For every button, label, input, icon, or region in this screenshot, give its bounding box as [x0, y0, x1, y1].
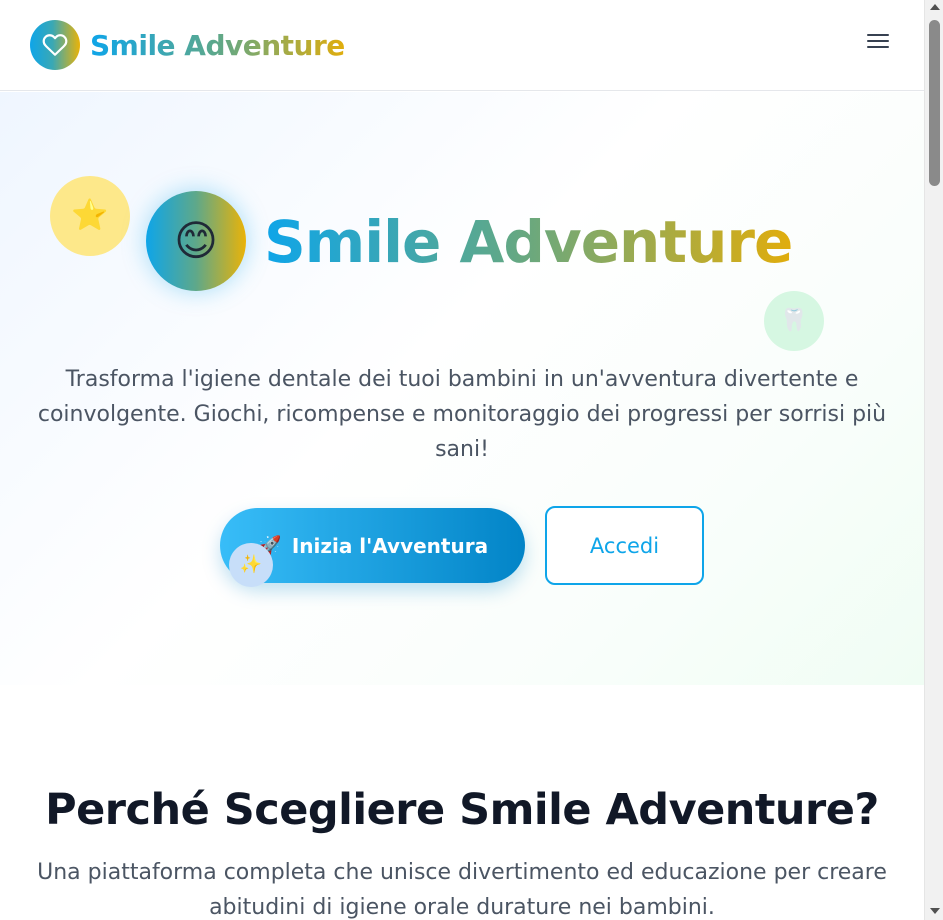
login-label: Accedi [589, 533, 660, 558]
hero-subtitle: Trasforma l'igiene dentale dei tuoi bamb… [37, 367, 887, 462]
page: Smile Adventure ⭐ 😊 Smile Adventure 🦷 Tr… [0, 0, 924, 920]
login-button[interactable]: Accedi [545, 506, 704, 585]
tooth-icon: 🦷 [764, 291, 824, 351]
brand-link[interactable]: Smile Adventure [30, 20, 345, 70]
features-subtitle: Una piattaforma completa che unisce dive… [37, 860, 887, 920]
start-adventure-label: Inizia l'Avventura [291, 533, 489, 558]
navbar: Smile Adventure [0, 0, 924, 91]
smiley-face-icon: 😊 [174, 216, 218, 265]
star-emoji: ⭐ [71, 198, 109, 233]
features-title: Perché Scegliere Smile Adventure? [45, 785, 879, 835]
brand-name: Smile Adventure [90, 28, 345, 62]
scroll-up-icon[interactable] [930, 4, 940, 10]
smiley-logo: 😊 [146, 191, 246, 291]
scroll-down-icon[interactable] [930, 908, 940, 914]
star-icon: ⭐ [50, 176, 130, 256]
hero-title: Smile Adventure [264, 204, 793, 280]
sparkle-emoji: ✨ [239, 554, 263, 575]
scrollbar[interactable] [924, 0, 943, 920]
heart-icon [30, 20, 80, 70]
tooth-emoji: 🦷 [780, 308, 808, 333]
hamburger-menu-icon[interactable] [866, 31, 892, 51]
scroll-thumb[interactable] [929, 20, 940, 186]
sparkle-icon: ✨ [229, 543, 273, 587]
